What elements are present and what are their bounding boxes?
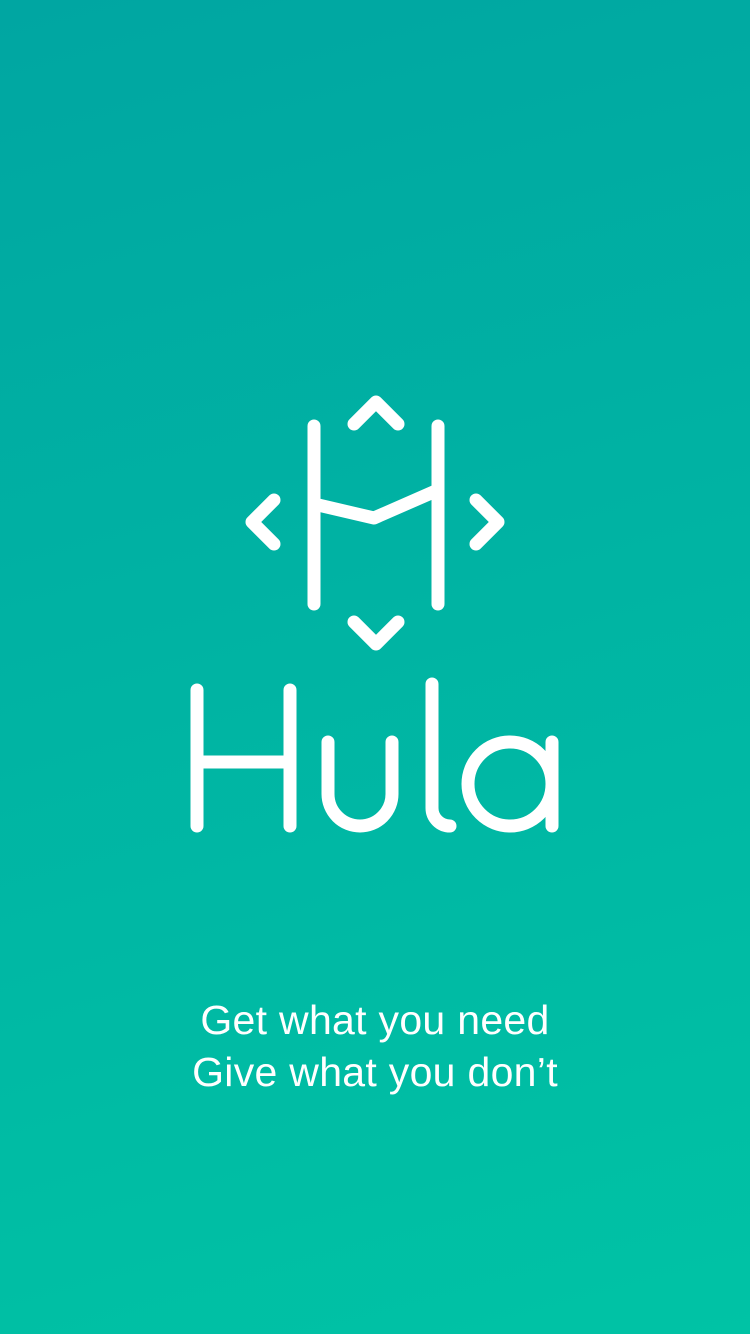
tagline: Get what you need Give what you don’t	[0, 994, 750, 1098]
tagline-line-2: Give what you don’t	[192, 1049, 558, 1095]
hula-logo-icon	[245, 395, 505, 651]
tagline-line-1: Get what you need	[200, 997, 550, 1043]
splash-screen: Get what you need Give what you don’t	[0, 0, 750, 1334]
hula-wordmark	[190, 677, 559, 833]
